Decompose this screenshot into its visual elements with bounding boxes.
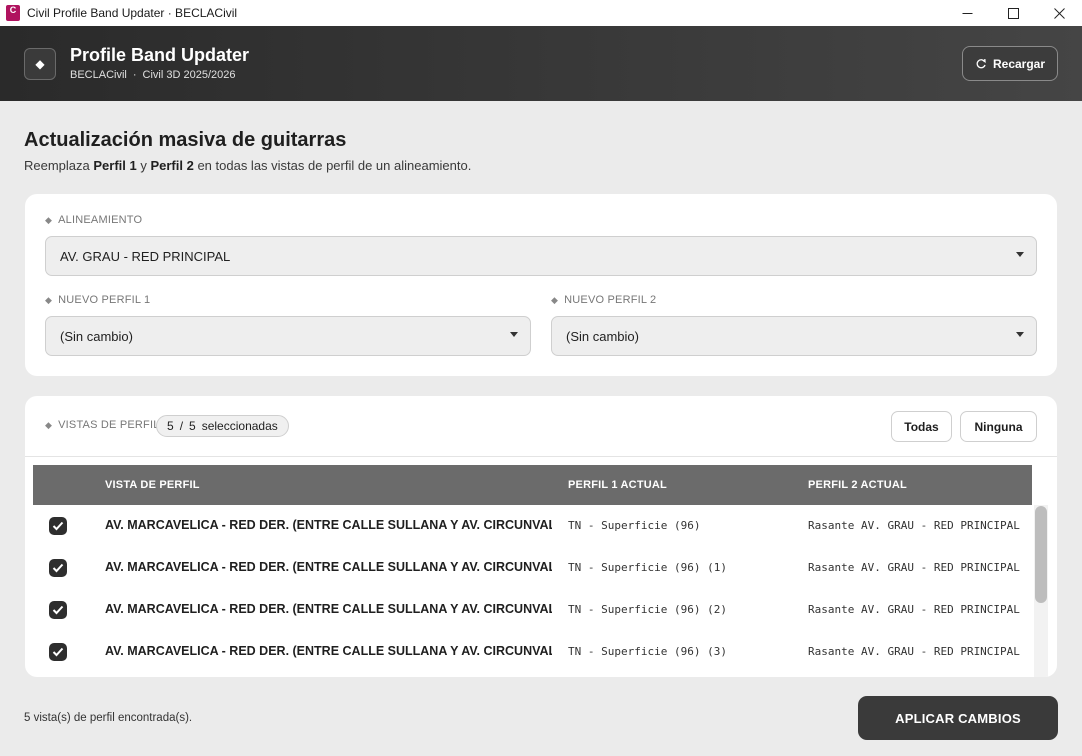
reload-button[interactable]: Recargar <box>962 46 1058 81</box>
desc-perfil2: Perfil 2 <box>150 158 194 173</box>
profile2-value: (Sin cambio) <box>566 328 639 344</box>
table-row[interactable]: AV. MARCAVELICA - RED DER. (ENTRE CALLE … <box>33 505 1032 547</box>
checkmark-icon <box>52 605 64 615</box>
apply-changes-button[interactable]: APLICAR CAMBIOS <box>858 696 1058 740</box>
row-checkbox[interactable] <box>49 517 67 535</box>
chevron-down-icon <box>1016 332 1024 337</box>
total-count: 5 <box>189 419 196 433</box>
row-checkbox[interactable] <box>49 559 67 577</box>
app-header: ◆ Profile Band Updater BECLACivil · Civi… <box>0 26 1082 101</box>
view-name: AV. MARCAVELICA - RED DER. (ENTRE CALLE … <box>105 560 552 574</box>
profile2-current: Rasante AV. GRAU - RED PRINCIPAL <box>808 519 1020 532</box>
checkmark-icon <box>52 563 64 573</box>
alignment-value: AV. GRAU - RED PRINCIPAL <box>60 248 231 264</box>
app-icon: C <box>6 5 20 21</box>
table-row[interactable]: AV. MARCAVELICA - RED DER. (ENTRE CALLE … <box>33 547 1032 589</box>
checkmark-icon <box>52 521 64 531</box>
window-titlebar: C Civil Profile Band Updater · BECLACivi… <box>0 0 1082 26</box>
table-row[interactable]: AV. MARCAVELICA - RED DER. (ENTRE CALLE … <box>33 589 1032 631</box>
selected-word: seleccionadas <box>201 419 278 433</box>
diamond-icon: ◆ <box>45 419 53 430</box>
refresh-icon <box>976 58 986 68</box>
profile1-current: TN - Superficie (96) (2) <box>568 603 727 616</box>
profile1-label-text: NUEVO PERFIL 1 <box>58 294 151 306</box>
settings-card: ◆ ALINEAMIENTO AV. GRAU - RED PRINCIPAL … <box>25 194 1057 376</box>
profile2-current: Rasante AV. GRAU - RED PRINCIPAL <box>808 645 1020 658</box>
scrollbar-thumb[interactable] <box>1035 506 1047 603</box>
table-header: VISTA DE PERFIL PERFIL 1 ACTUAL PERFIL 2… <box>33 465 1032 505</box>
selected-count: 5 <box>167 419 174 433</box>
views-label-text: VISTAS DE PERFIL <box>58 419 160 431</box>
profile2-current: Rasante AV. GRAU - RED PRINCIPAL <box>808 603 1020 616</box>
chevron-down-icon <box>1016 252 1024 257</box>
subtitle-separator: · <box>132 69 137 81</box>
app-name: Profile Band Updater <box>70 45 250 65</box>
page-description: Reemplaza Perfil 1 y Perfil 2 en todas l… <box>24 158 471 173</box>
alignment-select[interactable]: AV. GRAU - RED PRINCIPAL <box>45 236 1037 276</box>
close-icon[interactable] <box>1036 0 1082 26</box>
profile1-current: TN - Superficie (96) (1) <box>568 561 727 574</box>
diamond-icon: ◆ <box>45 294 53 305</box>
profile1-select[interactable]: (Sin cambio) <box>45 316 531 356</box>
version-label: Civil 3D 2025/2026 <box>142 69 236 81</box>
row-checkbox[interactable] <box>49 601 67 619</box>
profile2-label-text: NUEVO PERFIL 2 <box>564 294 657 306</box>
desc-text: en todas las vistas de perfil de un alin… <box>193 158 472 173</box>
count-separator: / <box>179 419 184 433</box>
view-name: AV. MARCAVELICA - RED DER. (ENTRE CALLE … <box>105 644 552 658</box>
select-none-button[interactable]: Ninguna <box>960 411 1037 442</box>
minimize-icon[interactable] <box>944 0 990 26</box>
diamond-icon: ◆ <box>45 214 53 225</box>
profile-views-card: ◆ VISTAS DE PERFIL 5 / 5 seleccionadas T… <box>25 396 1057 677</box>
profile2-select[interactable]: (Sin cambio) <box>551 316 1037 356</box>
row-checkbox[interactable] <box>49 643 67 661</box>
views-label: ◆ VISTAS DE PERFIL <box>45 419 160 431</box>
chevron-down-icon <box>510 332 518 337</box>
company-name: BECLACivil <box>70 69 127 81</box>
divider <box>25 456 1057 457</box>
column-header: PERFIL 1 ACTUAL <box>568 479 667 491</box>
alignment-label-text: ALINEAMIENTO <box>58 214 143 226</box>
window-title: Civil Profile Band Updater · BECLACivil <box>27 6 238 20</box>
logo-diamond-icon: ◆ <box>24 48 56 80</box>
app-subtitle: BECLACivil · Civil 3D 2025/2026 <box>70 69 235 81</box>
profile1-label: ◆ NUEVO PERFIL 1 <box>45 294 150 306</box>
view-name: AV. MARCAVELICA - RED DER. (ENTRE CALLE … <box>105 518 552 532</box>
desc-text: y <box>136 158 151 173</box>
page-title: Actualización masiva de guitarras <box>24 129 347 151</box>
alignment-label: ◆ ALINEAMIENTO <box>45 214 142 226</box>
reload-label: Recargar <box>992 56 1046 71</box>
column-header: PERFIL 2 ACTUAL <box>808 479 907 491</box>
window-controls <box>944 0 1082 26</box>
table-row[interactable]: AV. MARCAVELICA - RED DER. (ENTRE CALLE … <box>33 631 1032 673</box>
desc-perfil1: Perfil 1 <box>93 158 137 173</box>
profile2-current: Rasante AV. GRAU - RED PRINCIPAL <box>808 561 1020 574</box>
checkmark-icon <box>52 647 64 657</box>
profile1-current: TN - Superficie (96) <box>568 519 701 532</box>
profile2-label: ◆ NUEVO PERFIL 2 <box>551 294 656 306</box>
select-all-button[interactable]: Todas <box>891 411 952 442</box>
maximize-icon[interactable] <box>990 0 1036 26</box>
column-header: VISTA DE PERFIL <box>105 479 200 491</box>
desc-text: Reemplaza <box>24 158 94 173</box>
selection-count-badge: 5 / 5 seleccionadas <box>156 415 289 437</box>
profile1-current: TN - Superficie (96) (3) <box>568 645 727 658</box>
view-name: AV. MARCAVELICA - RED DER. (ENTRE CALLE … <box>105 602 552 616</box>
diamond-icon: ◆ <box>551 294 559 305</box>
status-text: 5 vista(s) de perfil encontrada(s). <box>24 712 193 724</box>
profile1-value: (Sin cambio) <box>60 328 133 344</box>
